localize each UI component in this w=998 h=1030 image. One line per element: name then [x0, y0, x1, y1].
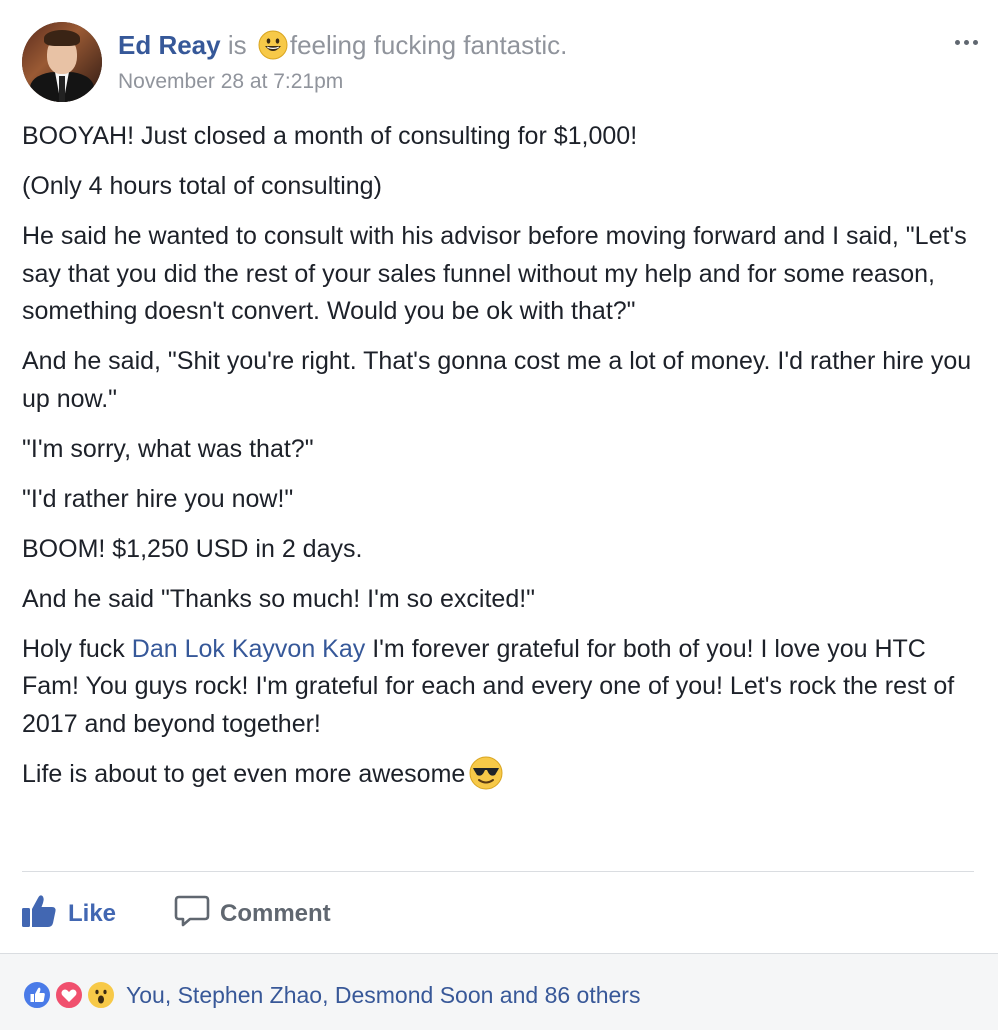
post-actions: Like Comment: [20, 884, 980, 944]
author-avatar[interactable]: [22, 22, 102, 102]
author-line: Ed Reay is feeling fucking fantastic.: [118, 28, 567, 62]
post-paragraph: And he said, "Shit you're right. That's …: [22, 347, 972, 413]
comment-button[interactable]: Comment: [174, 892, 331, 936]
author-name-link[interactable]: Ed Reay: [118, 30, 221, 60]
post-header: Ed Reay is feeling fucking fantastic. No…: [22, 22, 982, 106]
grinning-face-icon: [258, 30, 288, 60]
post-paragraph: BOOYAH! Just closed a month of consultin…: [22, 122, 638, 150]
ellipsis-icon: [954, 39, 960, 45]
reaction-summary-link[interactable]: You, Stephen Zhao, Desmond Soon and 86 o…: [126, 980, 640, 1010]
post-card: Ed Reay is feeling fucking fantastic. No…: [0, 0, 998, 1030]
comment-bubble-icon: [174, 894, 220, 935]
is-text: is: [227, 30, 247, 60]
post-timestamp[interactable]: November 28 at 7:21pm: [118, 68, 343, 96]
feeling-text: feeling fucking fantastic.: [289, 30, 568, 60]
post-paragraph-mentions: Holy fuck Dan Lok Kayvon Kay I'm forever…: [22, 631, 977, 744]
thumbs-up-icon: [20, 893, 68, 936]
like-button[interactable]: Like: [20, 892, 116, 936]
reactions-bar: You, Stephen Zhao, Desmond Soon and 86 o…: [0, 953, 998, 1030]
wow-reaction-icon: [86, 980, 116, 1010]
reaction-icons[interactable]: [22, 980, 122, 1010]
post-paragraph: BOOM! $1,250 USD in 2 days.: [22, 534, 363, 563]
mentions-before-text: Holy fuck: [22, 634, 132, 663]
more-options-button[interactable]: [950, 32, 982, 52]
post-paragraph: And he said "Thanks so much! I'm so exci…: [22, 584, 536, 613]
comment-label: Comment: [220, 900, 331, 927]
sunglasses-face-icon: [469, 756, 503, 790]
mention-kayvon-kay[interactable]: Kayvon Kay: [232, 635, 365, 663]
post-paragraph: (Only 4 hours total of consulting): [22, 172, 382, 200]
post-paragraph: He said he wanted to consult with his ad…: [22, 222, 967, 325]
post-paragraph: "I'd rather hire you now!": [22, 484, 294, 513]
mention-dan-lok[interactable]: Dan Lok: [132, 635, 225, 663]
post-paragraph: "I'm sorry, what was that?": [22, 434, 314, 463]
last-paragraph-text: Life is about to get even more awesome: [22, 759, 466, 788]
actions-divider: [22, 871, 974, 872]
mentions-between-text: [225, 635, 232, 663]
like-reaction-icon: [22, 980, 52, 1010]
post-body: BOOYAH! Just closed a month of consultin…: [22, 118, 977, 806]
like-label: Like: [68, 900, 117, 927]
love-reaction-icon: [54, 980, 84, 1010]
post-paragraph-last: Life is about to get even more awesome: [22, 756, 977, 794]
